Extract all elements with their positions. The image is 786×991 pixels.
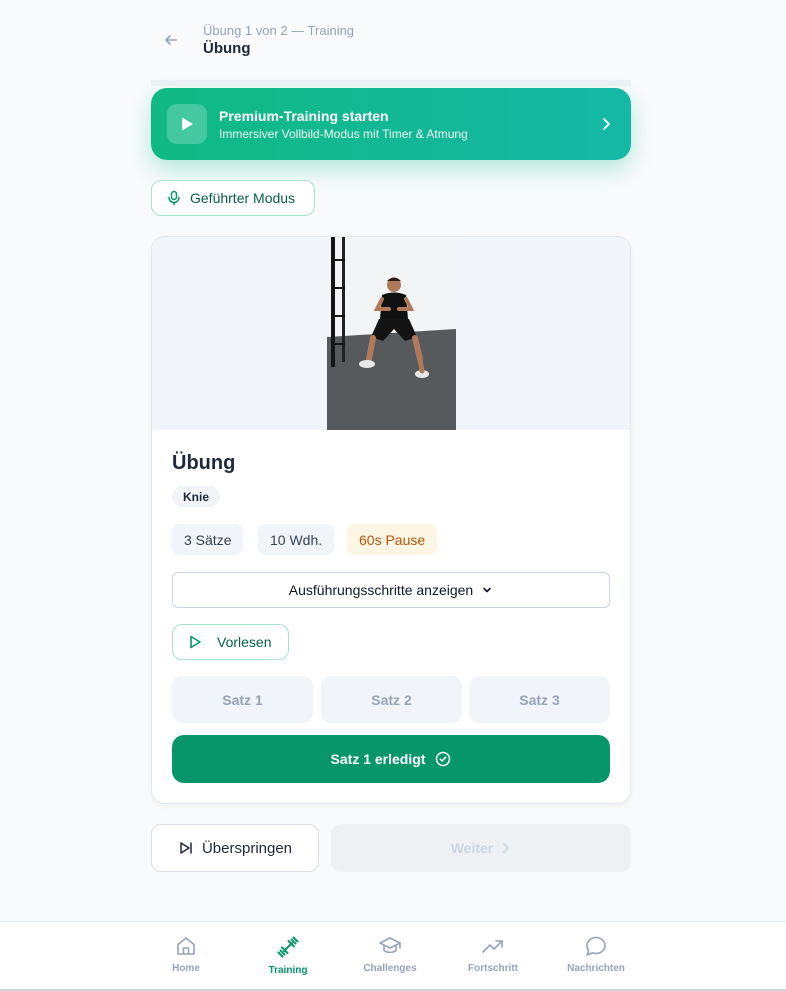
check-circle-icon	[436, 751, 451, 767]
next-button[interactable]: Weiter	[331, 824, 631, 872]
play-icon	[182, 117, 193, 131]
header-subtitle: Übung 1 von 2 — Training	[203, 23, 355, 38]
bottom-navigation: Home Training Challenges Fortschritt Nac…	[0, 921, 786, 991]
set-tab-1[interactable]: Satz 1	[172, 676, 313, 723]
premium-subtitle: Immersiver Vollbild-Modus mit Timer & At…	[219, 126, 468, 141]
nav-item-challenges[interactable]: Challenges	[345, 922, 435, 990]
set-tab-2[interactable]: Satz 2	[321, 676, 462, 723]
header-text: Übung 1 von 2 — Training Übung	[203, 23, 354, 57]
arrow-left-icon	[165, 35, 177, 45]
skip-button[interactable]: Überspringen	[151, 824, 319, 872]
trend-up-icon	[482, 940, 503, 953]
back-button[interactable]	[151, 20, 191, 60]
guided-mode-label: Geführter Modus	[190, 190, 296, 206]
sets-badge: 3 Sätze	[172, 524, 244, 555]
premium-text: Premium-Training starten Immersiver Voll…	[219, 108, 468, 141]
play-icon-box	[167, 104, 207, 144]
show-steps-button[interactable]: Ausführungsschritte anzeigen	[172, 572, 610, 608]
skip-forward-icon	[180, 842, 192, 854]
show-steps-label: Ausführungsschritte anzeigen	[288, 582, 474, 598]
exercise-card: Übung Knie 3 Sätze 10 Wdh. 60s Pause Aus…	[151, 236, 631, 804]
guided-mode-button[interactable]: Geführter Modus	[151, 180, 315, 216]
exercise-photo	[327, 237, 456, 430]
premium-title: Premium-Training starten	[219, 107, 389, 124]
nav-item-home[interactable]: Home	[141, 922, 231, 990]
premium-training-banner[interactable]: Premium-Training starten Immersiver Voll…	[151, 88, 631, 160]
page-header: Übung 1 von 2 — Training Übung	[151, 0, 631, 80]
dumbbell-icon	[277, 936, 299, 958]
set-done-button[interactable]: Satz 1 erledigt	[172, 735, 610, 783]
home-icon	[177, 937, 195, 955]
pause-badge: 60s Pause	[347, 524, 438, 555]
read-aloud-label: Vorlesen	[217, 634, 272, 650]
nav-item-training[interactable]: Training	[243, 922, 333, 990]
graduation-cap-icon	[379, 937, 401, 954]
exercise-title: Übung	[172, 452, 236, 474]
nav-item-messages[interactable]: Nachrichten	[551, 922, 641, 990]
nav-label-messages: Nachrichten	[567, 963, 625, 974]
nav-label-progress: Fortschritt	[468, 963, 518, 974]
play-outline-icon	[190, 635, 201, 649]
reps-badge: 10 Wdh.	[258, 524, 335, 555]
chevron-right-icon	[503, 843, 510, 853]
nav-label-challenges: Challenges	[363, 963, 417, 974]
skip-label: Überspringen	[201, 839, 293, 857]
athlete-squat-image	[327, 237, 456, 430]
read-aloud-button[interactable]: Vorlesen	[172, 624, 289, 660]
set-tab-3[interactable]: Satz 3	[469, 676, 610, 723]
next-label: Weiter	[450, 840, 494, 856]
body-part-tag: Knie	[172, 486, 221, 507]
exercise-media	[152, 237, 630, 430]
chevron-down-icon	[483, 587, 492, 593]
nav-item-progress[interactable]: Fortschritt	[448, 922, 538, 990]
page-title: Übung	[203, 40, 251, 57]
header-divider	[151, 80, 631, 86]
chat-bubble-icon	[586, 936, 606, 956]
chevron-right-icon	[603, 118, 610, 130]
nav-label-home: Home	[172, 963, 200, 974]
nav-label-training: Training	[268, 965, 308, 976]
set-done-label: Satz 1 erledigt	[330, 751, 426, 767]
microphone-icon	[168, 190, 180, 206]
